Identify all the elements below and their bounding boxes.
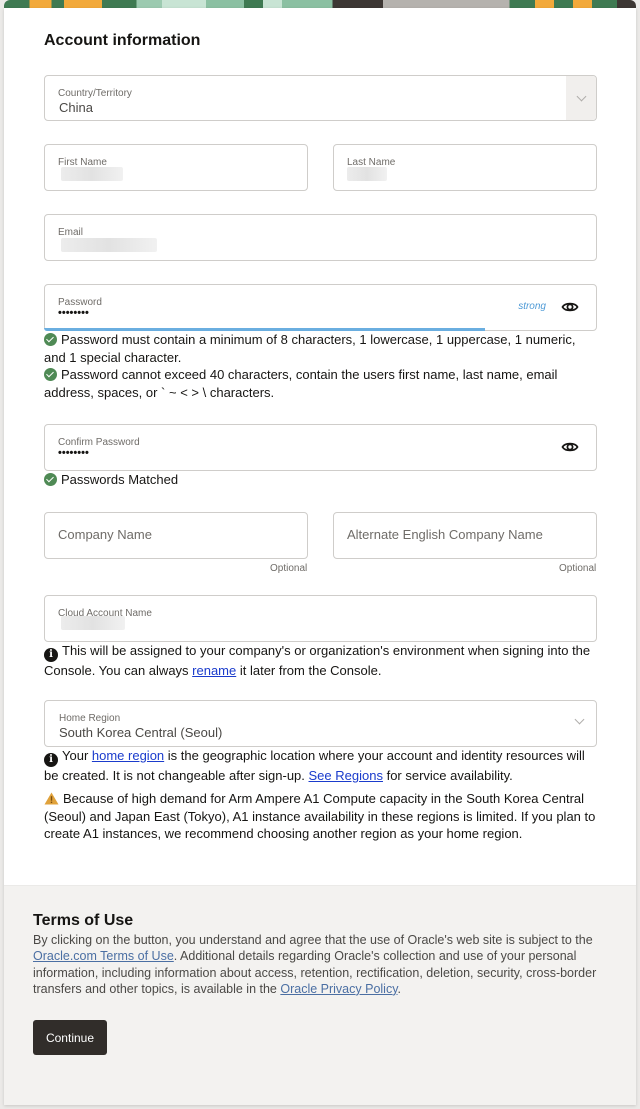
- warning-icon: [44, 792, 59, 805]
- check-circle-icon: [44, 473, 57, 486]
- password-strength-label: strong: [518, 301, 546, 312]
- home-region-select[interactable]: Home Region South Korea Central (Seoul): [44, 700, 597, 747]
- confirm-password-field[interactable]: Confirm Password ••••••••: [44, 424, 597, 471]
- email-label: Email: [58, 227, 84, 238]
- terms-title: Terms of Use: [33, 912, 134, 929]
- password-rule-2: Password cannot exceed 40 characters, co…: [44, 367, 558, 400]
- check-circle-icon: [44, 333, 57, 346]
- alternate-company-name-optional-hint: Optional: [559, 563, 597, 574]
- home-region-warning: Because of high demand for Arm Ampere A1…: [44, 791, 596, 841]
- last-name-value-redacted: [347, 167, 387, 181]
- password-rule-1: Password must contain a minimum of 8 cha…: [44, 332, 576, 365]
- see-regions-link[interactable]: See Regions: [309, 768, 383, 783]
- terms-of-use-section: Terms of Use By clicking on the button, …: [4, 885, 636, 1105]
- first-name-value-redacted: [61, 167, 123, 181]
- privacy-policy-link[interactable]: Oracle Privacy Policy: [280, 982, 397, 996]
- alternate-company-name-placeholder: Alternate English Company Name: [347, 527, 543, 542]
- country-value: China: [59, 100, 93, 115]
- terms-body: By clicking on the button, you understan…: [33, 933, 597, 996]
- info-icon: i: [44, 648, 58, 662]
- header-banner: [4, 0, 636, 8]
- country-dropdown-button[interactable]: [566, 76, 596, 120]
- chevron-down-icon[interactable]: [574, 714, 585, 725]
- country-label: Country/Territory: [58, 88, 132, 99]
- country-select[interactable]: Country/Territory China: [44, 75, 597, 121]
- continue-button[interactable]: Continue: [33, 1020, 107, 1055]
- company-name-optional-hint: Optional: [270, 563, 308, 574]
- confirm-password-value: ••••••••: [58, 447, 89, 459]
- home-region-link[interactable]: home region: [92, 748, 164, 763]
- check-circle-icon: [44, 368, 57, 381]
- section-title: Account information: [44, 32, 201, 49]
- home-region-info: i Your home region is the geographic loca…: [44, 748, 585, 783]
- password-match-message: Passwords Matched: [44, 471, 600, 489]
- company-name-field[interactable]: Company Name: [44, 512, 308, 559]
- cloud-account-name-value-redacted: [61, 616, 125, 630]
- email-field[interactable]: Email: [44, 214, 597, 261]
- home-region-value: South Korea Central (Seoul): [59, 725, 223, 740]
- password-field[interactable]: Password •••••••• strong: [44, 284, 597, 331]
- password-value: ••••••••: [58, 307, 89, 319]
- first-name-field[interactable]: First Name: [44, 144, 308, 191]
- info-icon: i: [44, 753, 58, 767]
- chevron-down-icon: [576, 91, 586, 101]
- eye-icon[interactable]: [561, 298, 579, 316]
- eye-icon[interactable]: [561, 438, 579, 456]
- last-name-field[interactable]: Last Name: [333, 144, 597, 191]
- company-name-placeholder: Company Name: [58, 527, 152, 542]
- terms-of-use-link[interactable]: Oracle.com Terms of Use: [33, 949, 174, 963]
- email-value-redacted: [61, 238, 157, 252]
- cloud-account-name-field[interactable]: Cloud Account Name: [44, 595, 597, 642]
- home-region-label: Home Region: [59, 713, 121, 724]
- cloud-account-info: i This will be assigned to your company's…: [44, 643, 591, 678]
- alternate-company-name-field[interactable]: Alternate English Company Name: [333, 512, 597, 559]
- rename-link[interactable]: rename: [192, 663, 236, 678]
